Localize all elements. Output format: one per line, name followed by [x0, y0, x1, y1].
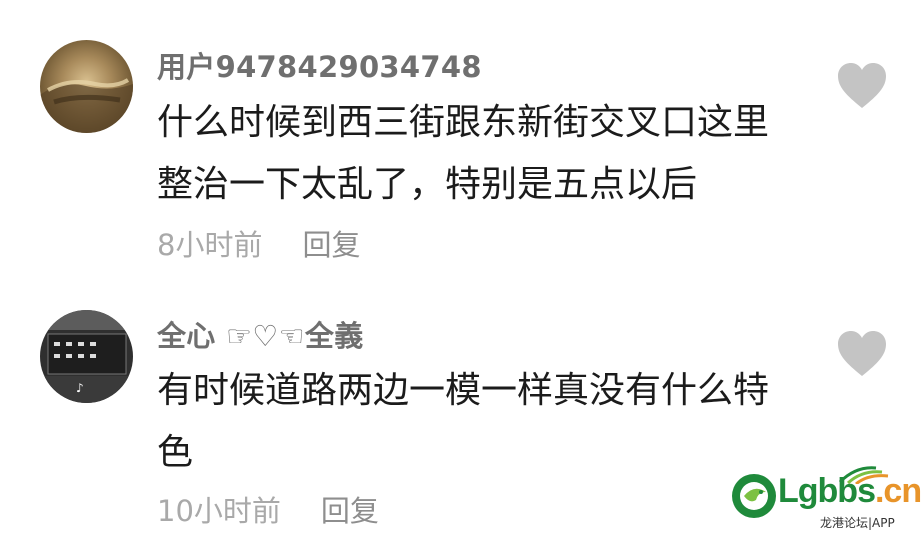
username[interactable]: 用户9478429034748	[157, 44, 482, 86]
dragon-logo-icon	[732, 474, 776, 518]
heart-icon	[838, 63, 886, 108]
reply-button[interactable]: 回复	[302, 228, 360, 262]
watermark-subtitle: 龙港论坛|APP	[820, 516, 895, 530]
like-button[interactable]	[836, 330, 888, 378]
comment-meta: 10小时前 回复	[157, 488, 379, 530]
brand-tld: .cn	[874, 472, 922, 510]
svg-text:♪: ♪	[76, 381, 84, 395]
heart-icon	[838, 331, 886, 376]
avatar[interactable]	[40, 40, 133, 133]
reply-button[interactable]: 回复	[321, 494, 379, 528]
timestamp: 8小时前	[157, 228, 263, 262]
like-button[interactable]	[836, 62, 888, 110]
watermark-brand: Lgbbs.cn	[778, 472, 922, 511]
comment-item: 用户9478429034748 什么时候到西三街跟东新街交叉口这里整治一下太乱了…	[0, 0, 922, 270]
comment-text: 什么时候到西三街跟东新街交叉口这里整治一下太乱了，特别是五点以后	[157, 102, 770, 205]
comment-meta: 8小时前 回复	[157, 222, 360, 264]
watermark: Lgbbs.cn 龙港论坛|APP	[728, 464, 922, 534]
timestamp: 10小时前	[157, 494, 281, 528]
avatar[interactable]: ♪	[40, 310, 133, 403]
avatar-image	[40, 78, 133, 133]
brand-main: Lgbbs	[778, 472, 876, 510]
username[interactable]: 全心 ☞♡☜全義	[157, 313, 364, 355]
comment-text: 有时候道路两边一模一样真没有什么特色	[157, 370, 770, 473]
avatar-image: ♪	[40, 310, 133, 403]
